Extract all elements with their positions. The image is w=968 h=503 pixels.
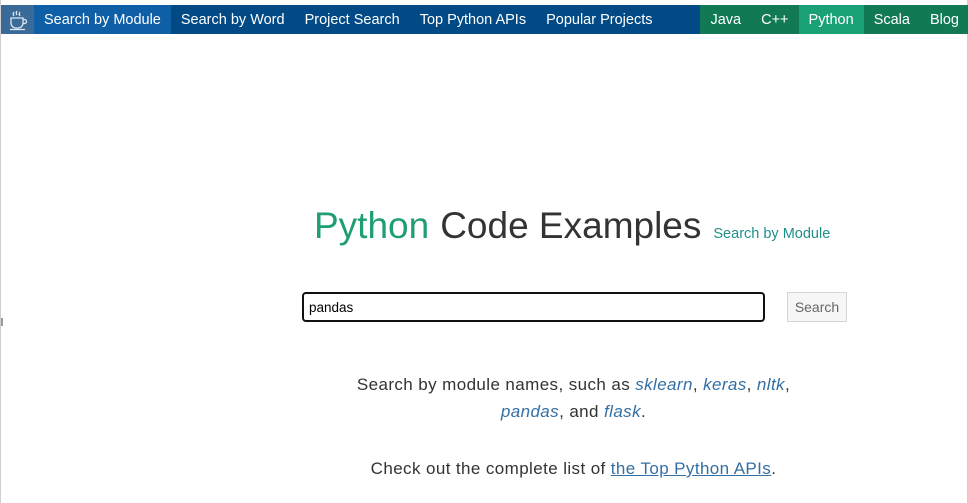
top-python-apis-link[interactable]: the Top Python APIs	[611, 459, 771, 478]
window-edge-mark	[1, 318, 3, 326]
tab-blog[interactable]: Blog	[920, 5, 968, 34]
hint-suffix: .	[640, 402, 647, 421]
module-link-sklearn[interactable]: sklearn	[635, 375, 693, 394]
module-link-keras[interactable]: keras	[703, 375, 747, 394]
search-button[interactable]: Search	[787, 292, 847, 322]
tab-python[interactable]: Python	[798, 5, 864, 34]
coffee-cup-icon[interactable]	[1, 5, 34, 34]
tab-cpp[interactable]: C++	[751, 5, 798, 34]
nav-left-group: Search by Module Search by Word Project …	[34, 5, 662, 34]
hint-sep: , and	[559, 402, 605, 421]
page-title: Python Code Examples Search by Module	[314, 205, 830, 247]
module-link-flask[interactable]: flask	[604, 402, 641, 421]
hint-suffix: .	[771, 459, 777, 478]
nav-project-search[interactable]: Project Search	[295, 5, 410, 34]
hint-sep: ,	[692, 375, 704, 394]
page: Search by Module Search by Word Project …	[0, 0, 968, 503]
module-link-pandas[interactable]: pandas	[501, 402, 559, 421]
module-hint-text: Search by module names, such as sklearn,…	[301, 371, 846, 425]
nav-search-by-word[interactable]: Search by Word	[171, 5, 295, 34]
hint-prefix: Search by module names, such as	[356, 375, 636, 394]
top-apis-hint-text: Check out the complete list of the Top P…	[301, 455, 846, 482]
hint-sep: ,	[746, 375, 757, 394]
title-language: Python	[314, 205, 430, 246]
hint-prefix: Check out the complete list of	[370, 459, 611, 478]
tab-java[interactable]: Java	[700, 5, 751, 34]
title-text: Code Examples	[440, 205, 702, 246]
tab-scala[interactable]: Scala	[864, 5, 920, 34]
nav-search-by-module[interactable]: Search by Module	[34, 5, 171, 34]
module-link-nltk[interactable]: nltk	[757, 375, 785, 394]
module-search-input[interactable]	[302, 292, 765, 322]
nav-top-python-apis[interactable]: Top Python APIs	[410, 5, 536, 34]
language-tabs: Java C++ Python Scala Blog	[700, 5, 968, 34]
title-search-by-module-link[interactable]: Search by Module	[713, 226, 830, 242]
top-navbar: Search by Module Search by Word Project …	[1, 5, 968, 34]
nav-popular-projects[interactable]: Popular Projects	[536, 5, 662, 34]
hint-sep: ,	[784, 375, 791, 394]
